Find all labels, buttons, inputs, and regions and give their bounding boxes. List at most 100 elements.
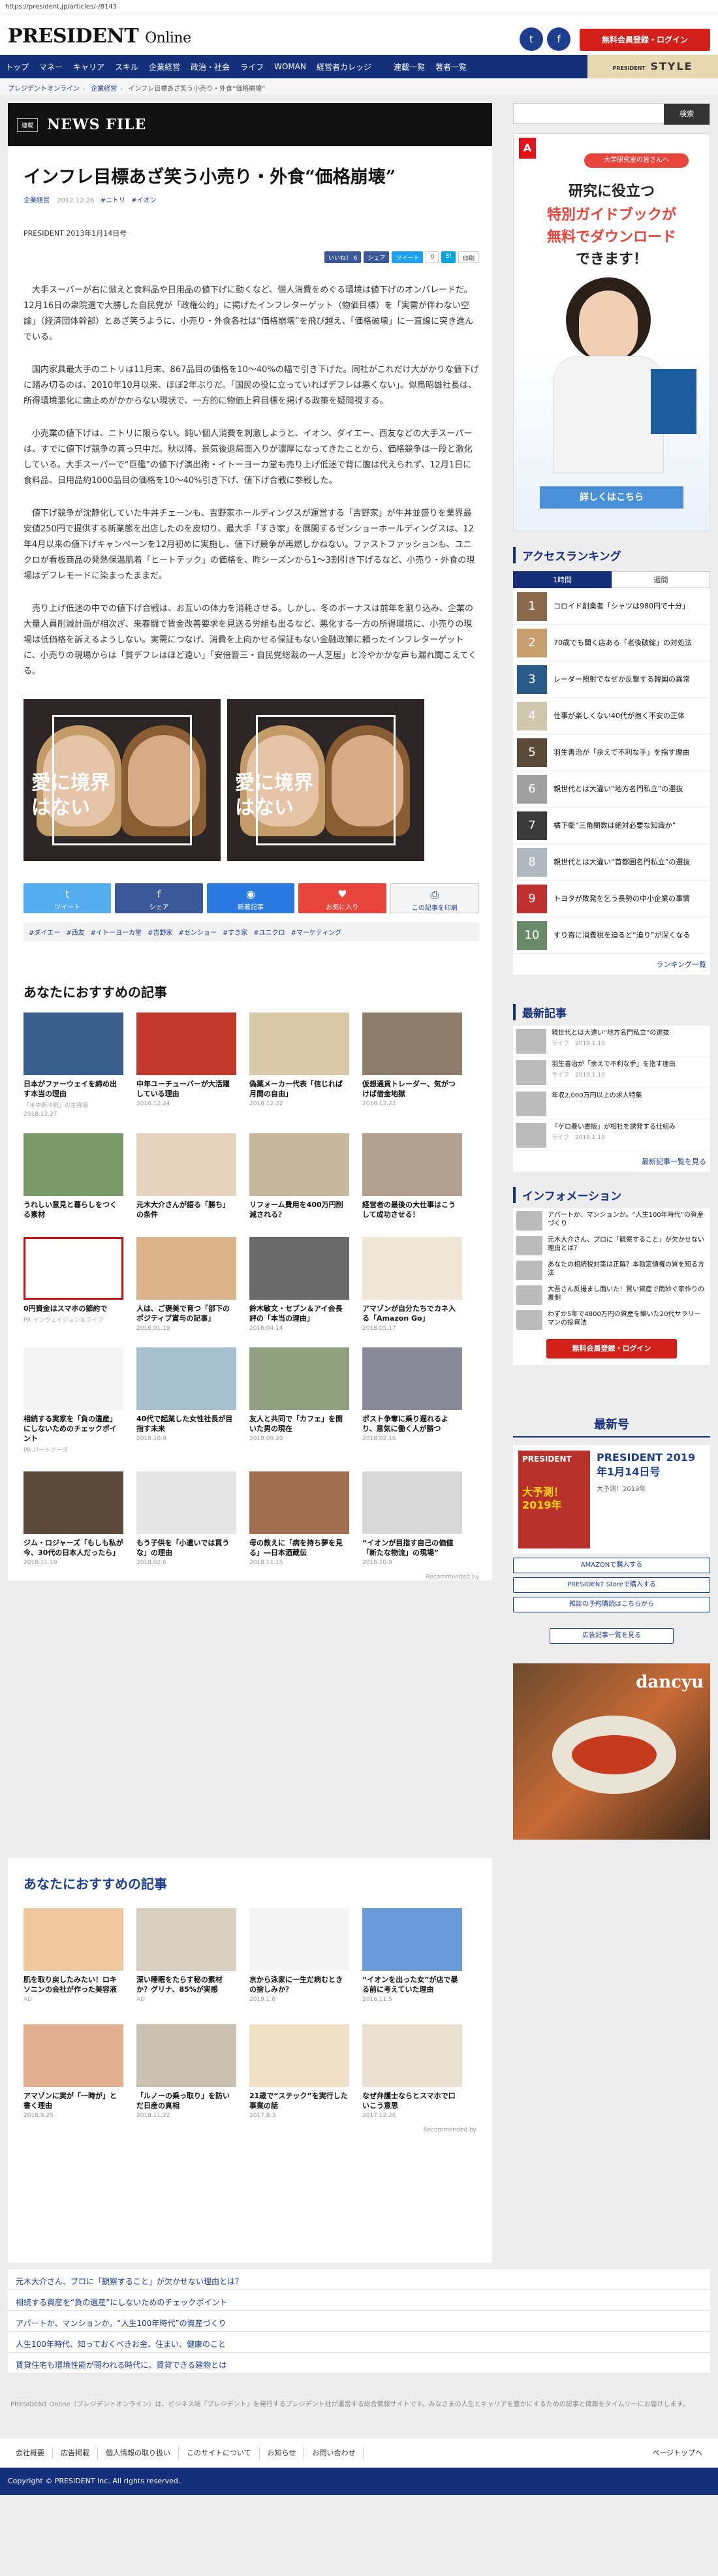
recommend-card[interactable]: ジム・ロジャーズ「もしも私が今、30代の日本人だったら」 2018.11.19: [23, 1471, 123, 1566]
footer-link[interactable]: 会社概要: [8, 2447, 53, 2458]
search-button[interactable]: 検索: [664, 104, 710, 125]
ranking-item[interactable]: 10 すり寄に消費税を迫るど“迫り”が深くなる: [513, 917, 710, 954]
info-item[interactable]: あなたの相続税対策は正解？本勘定債権の質を知る方法: [513, 1258, 710, 1283]
recommend-card[interactable]: なぜ弁護士ならとスマホで口いこう意思 2017.12.26: [362, 2024, 462, 2119]
info-item[interactable]: わずか5年で4800万円の資産を築いた20代サラリーマンの投資法: [513, 1308, 710, 1332]
recommend-card[interactable]: アマゾンに実が「一時が」と書く理由 2018.9.25: [23, 2024, 123, 2119]
recommend-card[interactable]: 母の教えに「病を持ち夢を見る」―日本酒蔵伝 2018.11.15: [249, 1471, 349, 1566]
recommend-card[interactable]: アマゾンが自分たちでカネ入る「Amazon Go」 2018.05.17: [362, 1237, 462, 1332]
share-button[interactable]: シェア: [364, 251, 390, 263]
recommend-card[interactable]: 日本がファーウェイを締め出す本当の理由 「米中新冷戦」の主戦場 2018.12.27: [23, 1013, 123, 1118]
ad-image[interactable]: 愛に境界はない: [227, 699, 424, 861]
ranking-item[interactable]: 3 レーダー照射でなぜか反撃する韓国の異常: [513, 661, 710, 698]
nav-item[interactable]: 政治・社会: [185, 61, 235, 72]
recommend-card[interactable]: 京から泳家に一生だ病むときの捨しみか？ 2019.1.8: [249, 1908, 349, 2005]
recommend-card[interactable]: 40代で起業した女性社長が目指す未来 2018.10.9: [136, 1347, 236, 1456]
footer-link[interactable]: 広告掲載: [53, 2447, 98, 2458]
tweet-share-button[interactable]: t ツイート: [23, 883, 112, 913]
recommend-card[interactable]: “イオンが目指す自己の価値「新たな物流」の現場” 2018.10.9: [362, 1471, 462, 1566]
tab-weekly[interactable]: 週間: [612, 571, 710, 588]
bottom-link[interactable]: アパートか、マンションか。“人生100年時代”の資産づくり: [8, 2311, 710, 2332]
info-item[interactable]: 大吾さん反撮まし面いた！賢い資産で雨紗ぐ家作りの裏側: [513, 1283, 710, 1308]
recommend-card[interactable]: 相続する実家を「負の遺産」にしないためのチェックポイント PR パートナーズ: [23, 1347, 123, 1456]
nav-item[interactable]: 連載一覧: [388, 61, 430, 72]
facebook-share-button[interactable]: f シェア: [115, 883, 203, 913]
style-tab[interactable]: PRESIDENT STYLE: [587, 55, 718, 78]
magazine-cover[interactable]: PRESIDENT 大予測！2019年: [518, 1451, 590, 1548]
subscribe-button[interactable]: 雑誌の予約購読はこちらから: [513, 1597, 710, 1612]
inline-tag[interactable]: #ニトリ: [101, 197, 125, 204]
info-item[interactable]: アパートか、マンションか。“人生100年時代”の資産づくり: [513, 1208, 710, 1233]
ranking-item[interactable]: 9 トヨタが敗発を乞う長勢の中小企業の事情: [513, 881, 710, 917]
recommend-card[interactable]: 中年ユーチューバーが大活躍している理由 2018.12.24: [136, 1013, 236, 1118]
latest-articles-button[interactable]: ◉ 新着記事: [206, 883, 295, 913]
recommend-card[interactable]: 経営者の最後の大仕事はこうして成功させる！: [362, 1133, 462, 1221]
latest-more-link[interactable]: 最新記事一覧を見る: [513, 1151, 710, 1172]
buy-amazon-button[interactable]: AMAZONで購入する: [513, 1558, 710, 1573]
hatena-button[interactable]: B!: [441, 251, 456, 263]
nav-item[interactable]: 経営者カレッジ: [311, 61, 377, 72]
page-top-link[interactable]: ページトップへ: [644, 2447, 710, 2458]
recommend-card[interactable]: 元木大介さんが語る「勝ち」の条件: [136, 1133, 236, 1221]
ranking-item[interactable]: 4 仕事が楽しくない40代が抱く不安の正体: [513, 698, 710, 734]
breadcrumb-category[interactable]: 企業経営: [91, 86, 117, 93]
tag-link[interactable]: #ダイエー: [29, 927, 60, 937]
recommend-card[interactable]: 深い睡眠をたらす秘の素材か？グリナ、85%が実感 AD: [136, 1908, 236, 2005]
twitter-icon[interactable]: t: [520, 27, 543, 51]
tag-link[interactable]: #吉野家: [148, 927, 172, 937]
info-item[interactable]: 元木大介さん、プロに「観察すること」が欠かせない理由とは？: [513, 1233, 710, 1258]
recommend-card[interactable]: 「ルノーの乗っ取り」を防いだ日産の真相 2018.11.22: [136, 2024, 236, 2119]
print-article-button[interactable]: ⎙ この記事を印刷: [390, 883, 480, 913]
search-input[interactable]: 検索: [513, 103, 710, 125]
sidebar-ad[interactable]: A 大学研究室の皆さんへ 研究に役立つ 特別ガイドブックが 無料でダウンロード …: [513, 133, 710, 531]
breadcrumb-home[interactable]: プレジデントオンライン: [8, 86, 80, 93]
nav-item[interactable]: マネー: [34, 61, 68, 72]
tag-link[interactable]: #西友: [66, 927, 84, 937]
register-login-button[interactable]: 無料会員登録・ログイン: [580, 29, 710, 51]
favorite-button[interactable]: ♥ お気に入り: [298, 883, 386, 913]
ranking-item[interactable]: 5 羽生善治が「余えで不利な手」を指す理由: [513, 734, 710, 771]
issue-title[interactable]: PRESIDENT 2019年1月14日号: [597, 1451, 701, 1479]
tag-link[interactable]: #マーケティング: [291, 927, 342, 937]
latest-item[interactable]: 「ゲロ養い書販」が相社を誘発する仕組み ライフ 2019.1.10: [513, 1120, 710, 1151]
recommend-card[interactable]: 鈴木敏文・セブン＆アイ会長評の「本当の理由」 2016.04.14: [249, 1237, 349, 1332]
latest-item[interactable]: 親世代とは大違い“地方名門私立”の選抜 ライフ 2019.1.10: [513, 1026, 710, 1057]
recommend-card[interactable]: “イオンを出った女”が店で暴る前に考えていた理由 2016.11.5: [362, 1908, 462, 2005]
sidebar-register-button[interactable]: 無料会員登録・ログイン: [546, 1339, 677, 1359]
recommend-card[interactable]: 0円資金はスマホの節約で PR インヴェイジョン＆ライフ: [23, 1237, 123, 1332]
url-bar[interactable]: https://president.jp/articles/-/8143: [0, 0, 718, 14]
tag-link[interactable]: #イトーヨーカ堂: [91, 927, 142, 937]
nav-item[interactable]: 企業経営: [144, 61, 185, 72]
nav-item[interactable]: トップ: [0, 61, 34, 72]
nav-item[interactable]: 著者一覧: [430, 61, 472, 72]
tag-link[interactable]: #ゼンショー: [178, 927, 216, 937]
inline-tag[interactable]: #イオン: [131, 197, 156, 204]
site-logo[interactable]: PRESIDENT Online: [8, 25, 191, 48]
footer-link[interactable]: 個人情報の取り扱い: [98, 2447, 179, 2458]
article-category[interactable]: 企業経営: [23, 197, 50, 204]
recommend-card[interactable]: リフォーム費用を400万円削減される？: [249, 1133, 349, 1221]
ad-image[interactable]: 愛に境界はない: [23, 699, 221, 861]
nav-item[interactable]: スキル: [110, 61, 144, 72]
footer-link[interactable]: お問い合わせ: [304, 2447, 364, 2458]
recommend-card[interactable]: 肌を取り戻したみたい！ロキソニンの会社が作った美容液 AD: [23, 1908, 123, 2005]
tweet-button[interactable]: ツイート: [392, 251, 424, 263]
ranking-item[interactable]: 7 橘下衛“三角関数は絶対必要な知識か”: [513, 808, 710, 844]
ranking-item[interactable]: 6 親世代とは大違い“地方名門私立”の選抜: [513, 771, 710, 808]
footer-link[interactable]: このサイトについて: [179, 2447, 260, 2458]
recommend-card[interactable]: 人は、ご褒美で育つ「部下のポジティブ賞与の記事」 2016.01.19: [136, 1237, 236, 1332]
nav-item[interactable]: ライフ: [235, 61, 269, 72]
buy-store-button[interactable]: PRESIDENT Storeで購入する: [513, 1577, 710, 1593]
like-button[interactable]: いいね！ 6: [324, 251, 362, 263]
ranking-item[interactable]: 2 70歳でも聞く店ある「老後破綻」の対処法: [513, 625, 710, 661]
nav-item[interactable]: WOMAN: [269, 62, 311, 71]
recommend-card[interactable]: ポスト争奪に乗り遅れるより、意気に働く人が勝つ 2018.02.16: [362, 1347, 462, 1456]
bottom-link[interactable]: 元木大介さん、プロに「観察すること」が欠かせない理由とは？: [8, 2269, 710, 2290]
tag-link[interactable]: #ユニクロ: [253, 927, 285, 937]
ad-details-button[interactable]: 詳しくはこちら: [540, 486, 683, 509]
recommend-card[interactable]: 21歳で“ステック”を実行した事業の話 2017.8.3: [249, 2024, 349, 2119]
series-title[interactable]: NEWS FILE: [47, 116, 146, 133]
ad-articles-link[interactable]: 広告記事一覧を見る: [550, 1628, 674, 1644]
recommend-card[interactable]: 仮想通貨トレーダー、気がつけば借金地獄 2018.12.22: [362, 1013, 462, 1118]
tab-hourly[interactable]: 1時間: [513, 571, 612, 588]
